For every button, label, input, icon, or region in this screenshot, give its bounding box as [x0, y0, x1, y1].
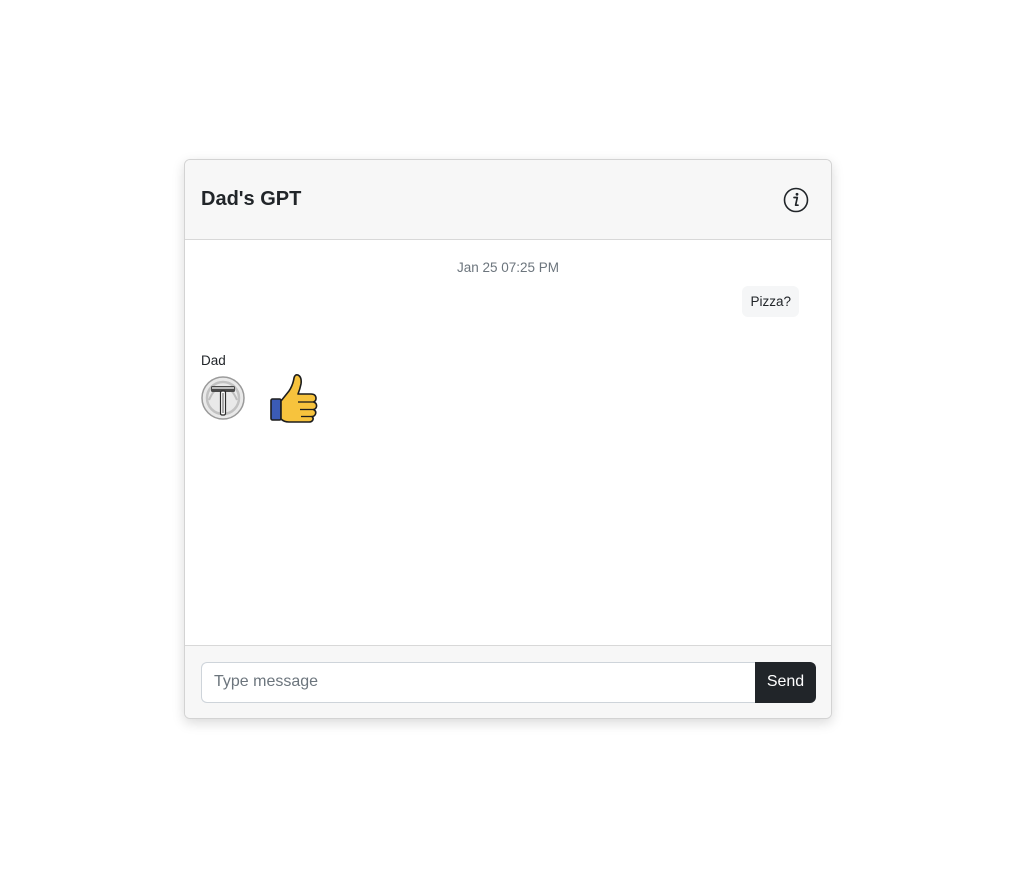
sender-name: Dad — [201, 353, 226, 368]
message-input[interactable] — [201, 661, 755, 703]
message-list[interactable]: Jan 25 07:25 PM Pizza? Dad — [185, 240, 831, 645]
message-input-group: Send — [201, 661, 816, 703]
info-icon[interactable] — [782, 186, 810, 214]
page: Dad's GPT Jan 25 07:25 PM Pizza? Dad Typ… — [0, 0, 1019, 881]
composer: Send — [185, 645, 831, 718]
chat-header: Dad's GPT — [185, 160, 831, 240]
send-button[interactable]: Send — [755, 661, 816, 703]
thumbs-up-emoji — [267, 372, 321, 426]
hammer-avatar-icon — [201, 376, 245, 420]
chat-window: Dad's GPT Jan 25 07:25 PM Pizza? Dad Typ… — [184, 159, 832, 719]
chat-title: Dad's GPT — [201, 188, 302, 210]
outgoing-message-bubble: Pizza? — [742, 286, 799, 317]
message-timestamp: Jan 25 07:25 PM — [456, 260, 560, 275]
